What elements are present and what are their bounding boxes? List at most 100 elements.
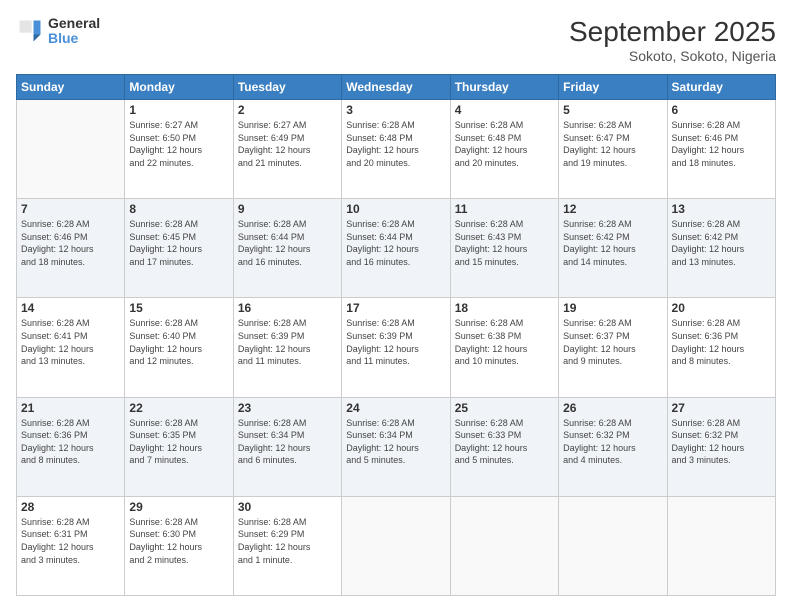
calendar-day-cell: 24 Sunrise: 6:28 AM Sunset: 6:34 PM Dayli… [342,397,450,496]
calendar-day-cell: 7 Sunrise: 6:28 AM Sunset: 6:46 PM Daylig… [17,199,125,298]
calendar-day-cell: 20 Sunrise: 6:28 AM Sunset: 6:36 PM Dayli… [667,298,775,397]
day-info: Sunrise: 6:28 AM Sunset: 6:40 PM Dayligh… [129,317,228,367]
calendar-day-cell: 28 Sunrise: 6:28 AM Sunset: 6:31 PM Dayli… [17,496,125,595]
calendar-day-cell: 19 Sunrise: 6:28 AM Sunset: 6:37 PM Dayli… [559,298,667,397]
day-number: 10 [346,202,445,216]
calendar-day-cell: 2 Sunrise: 6:27 AM Sunset: 6:49 PM Daylig… [233,100,341,199]
day-number: 2 [238,103,337,117]
calendar-day-cell: 16Sunrise: 6:28 AM Sunset: 6:39 PM Dayli… [233,298,341,397]
calendar-day-cell [450,496,558,595]
calendar-day-cell: 15 Sunrise: 6:28 AM Sunset: 6:40 PM Dayli… [125,298,233,397]
day-number: 7 [21,202,120,216]
day-number: 4 [455,103,554,117]
day-number: 20 [672,301,771,315]
calendar-weekday-tuesday: Tuesday [233,75,341,100]
day-number: 21 [21,401,120,415]
day-info: Sunrise: 6:28 AM Sunset: 6:39 PM Dayligh… [346,317,445,367]
day-number: 6 [672,103,771,117]
day-info: Sunrise: 6:28 AM Sunset: 6:34 PM Dayligh… [238,417,337,467]
calendar-week-row: 1Sunrise: 6:27 AM Sunset: 6:50 PM Daylig… [17,100,776,199]
day-info: Sunrise: 6:28 AM Sunset: 6:31 PM Dayligh… [21,516,120,566]
day-number: 26 [563,401,662,415]
logo-line2: Blue [48,31,100,46]
calendar-day-cell: 22 Sunrise: 6:28 AM Sunset: 6:35 PM Dayli… [125,397,233,496]
calendar-weekday-friday: Friday [559,75,667,100]
day-number: 3 [346,103,445,117]
day-number: 9 [238,202,337,216]
calendar-day-cell: 4 Sunrise: 6:28 AM Sunset: 6:48 PM Daylig… [450,100,558,199]
calendar-day-cell: 13 Sunrise: 6:28 AM Sunset: 6:42 PM Dayli… [667,199,775,298]
day-info: Sunrise: 6:28 AM Sunset: 6:42 PM Dayligh… [672,218,771,268]
day-info: Sunrise: 6:28 AM Sunset: 6:32 PM Dayligh… [563,417,662,467]
calendar-day-cell: 29 Sunrise: 6:28 AM Sunset: 6:30 PM Dayli… [125,496,233,595]
day-info: Sunrise: 6:28 AM Sunset: 6:32 PM Dayligh… [672,417,771,467]
day-info: Sunrise: 6:27 AM Sunset: 6:50 PM Dayligh… [129,119,228,169]
day-info: Sunrise: 6:28 AM Sunset: 6:38 PM Dayligh… [455,317,554,367]
calendar-day-cell: 18Sunrise: 6:28 AM Sunset: 6:38 PM Dayli… [450,298,558,397]
calendar-table: SundayMondayTuesdayWednesdayThursdayFrid… [16,74,776,596]
day-info: Sunrise: 6:28 AM Sunset: 6:48 PM Dayligh… [455,119,554,169]
calendar-day-cell: 23Sunrise: 6:28 AM Sunset: 6:34 PM Dayli… [233,397,341,496]
day-info: Sunrise: 6:28 AM Sunset: 6:44 PM Dayligh… [346,218,445,268]
day-number: 30 [238,500,337,514]
day-info: Sunrise: 6:28 AM Sunset: 6:45 PM Dayligh… [129,218,228,268]
calendar-day-cell [559,496,667,595]
calendar-day-cell: 17 Sunrise: 6:28 AM Sunset: 6:39 PM Dayli… [342,298,450,397]
calendar-day-cell: 26 Sunrise: 6:28 AM Sunset: 6:32 PM Dayli… [559,397,667,496]
calendar-day-cell: 21Sunrise: 6:28 AM Sunset: 6:36 PM Dayli… [17,397,125,496]
logo: General Blue [16,16,100,47]
day-info: Sunrise: 6:28 AM Sunset: 6:47 PM Dayligh… [563,119,662,169]
day-info: Sunrise: 6:28 AM Sunset: 6:44 PM Dayligh… [238,218,337,268]
calendar-day-cell: 5 Sunrise: 6:28 AM Sunset: 6:47 PM Daylig… [559,100,667,199]
day-number: 24 [346,401,445,415]
title-block: September 2025 Sokoto, Sokoto, Nigeria [569,16,776,64]
day-info: Sunrise: 6:28 AM Sunset: 6:37 PM Dayligh… [563,317,662,367]
calendar-week-row: 7 Sunrise: 6:28 AM Sunset: 6:46 PM Daylig… [17,199,776,298]
calendar-day-cell: 6 Sunrise: 6:28 AM Sunset: 6:46 PM Daylig… [667,100,775,199]
day-number: 27 [672,401,771,415]
day-number: 5 [563,103,662,117]
day-number: 12 [563,202,662,216]
calendar-day-cell: 12 Sunrise: 6:28 AM Sunset: 6:42 PM Dayli… [559,199,667,298]
day-info: Sunrise: 6:28 AM Sunset: 6:34 PM Dayligh… [346,417,445,467]
day-info: Sunrise: 6:28 AM Sunset: 6:36 PM Dayligh… [672,317,771,367]
day-number: 19 [563,301,662,315]
calendar-day-cell: 30 Sunrise: 6:28 AM Sunset: 6:29 PM Dayli… [233,496,341,595]
calendar-weekday-saturday: Saturday [667,75,775,100]
day-info: Sunrise: 6:28 AM Sunset: 6:30 PM Dayligh… [129,516,228,566]
day-number: 13 [672,202,771,216]
calendar-weekday-thursday: Thursday [450,75,558,100]
day-number: 28 [21,500,120,514]
calendar-day-cell: 25Sunrise: 6:28 AM Sunset: 6:33 PM Dayli… [450,397,558,496]
day-info: Sunrise: 6:28 AM Sunset: 6:42 PM Dayligh… [563,218,662,268]
calendar-day-cell: 9 Sunrise: 6:28 AM Sunset: 6:44 PM Daylig… [233,199,341,298]
day-info: Sunrise: 6:27 AM Sunset: 6:49 PM Dayligh… [238,119,337,169]
calendar-day-cell: 11Sunrise: 6:28 AM Sunset: 6:43 PM Dayli… [450,199,558,298]
calendar-weekday-wednesday: Wednesday [342,75,450,100]
day-number: 17 [346,301,445,315]
logo-text: General Blue [48,16,100,47]
calendar-day-cell: 14Sunrise: 6:28 AM Sunset: 6:41 PM Dayli… [17,298,125,397]
calendar-weekday-sunday: Sunday [17,75,125,100]
calendar-day-cell: 27 Sunrise: 6:28 AM Sunset: 6:32 PM Dayli… [667,397,775,496]
day-number: 22 [129,401,228,415]
day-info: Sunrise: 6:28 AM Sunset: 6:48 PM Dayligh… [346,119,445,169]
calendar-weekday-monday: Monday [125,75,233,100]
day-info: Sunrise: 6:28 AM Sunset: 6:29 PM Dayligh… [238,516,337,566]
day-info: Sunrise: 6:28 AM Sunset: 6:35 PM Dayligh… [129,417,228,467]
day-info: Sunrise: 6:28 AM Sunset: 6:46 PM Dayligh… [21,218,120,268]
day-number: 16 [238,301,337,315]
day-number: 15 [129,301,228,315]
calendar-day-cell [667,496,775,595]
day-info: Sunrise: 6:28 AM Sunset: 6:43 PM Dayligh… [455,218,554,268]
day-info: Sunrise: 6:28 AM Sunset: 6:33 PM Dayligh… [455,417,554,467]
logo-line1: General [48,16,100,31]
calendar-week-row: 21Sunrise: 6:28 AM Sunset: 6:36 PM Dayli… [17,397,776,496]
day-info: Sunrise: 6:28 AM Sunset: 6:46 PM Dayligh… [672,119,771,169]
day-number: 14 [21,301,120,315]
calendar-day-cell: 10 Sunrise: 6:28 AM Sunset: 6:44 PM Dayli… [342,199,450,298]
calendar-day-cell: 1Sunrise: 6:27 AM Sunset: 6:50 PM Daylig… [125,100,233,199]
day-number: 8 [129,202,228,216]
day-number: 29 [129,500,228,514]
header: General Blue September 2025 Sokoto, Soko… [16,16,776,64]
